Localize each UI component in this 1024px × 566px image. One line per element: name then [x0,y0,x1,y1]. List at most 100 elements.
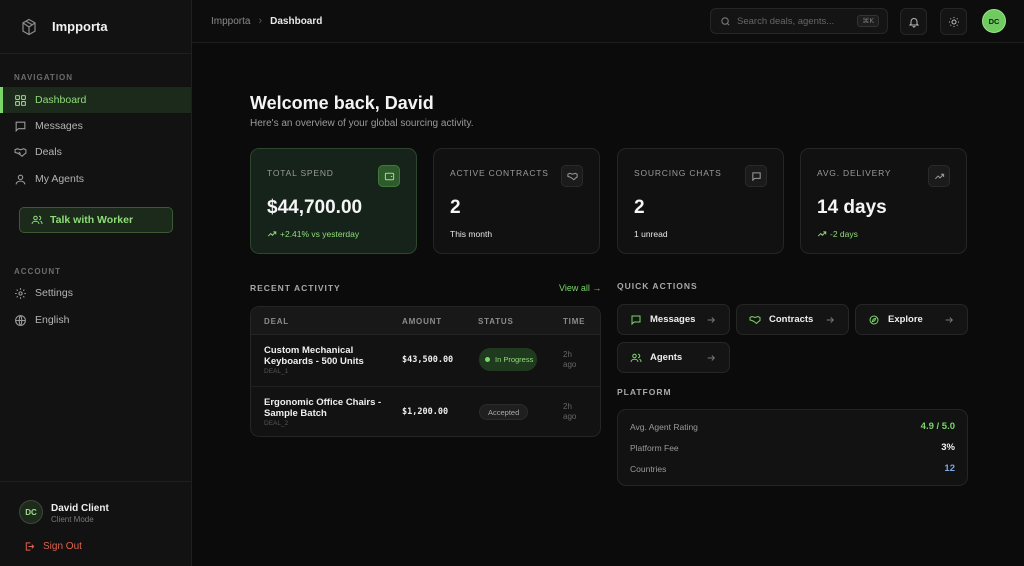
theme-toggle-button[interactable] [940,8,967,35]
quick-action-label: Contracts [769,314,814,325]
chevron-right-icon: › [258,15,263,27]
stat-sub: -2 days [830,229,858,239]
arrow-right-icon [706,353,716,363]
platform-key: Avg. Agent Rating [630,422,698,432]
quick-action-messages[interactable]: Messages [617,304,730,335]
search-shortcut-badge: ⌘K [857,15,879,27]
cube-logo-icon [20,18,38,36]
nav-section-label: NAVIGATION [14,73,74,82]
quick-action-agents[interactable]: Agents [617,342,730,373]
stat-label: SOURCING CHATS [634,168,722,178]
stat-sub: +2.41% vs yesterday [280,229,360,239]
quick-action-explore[interactable]: Explore [855,304,968,335]
sign-out-label: Sign Out [43,541,82,552]
quick-action-label: Explore [888,314,923,325]
avatar[interactable]: DC [982,9,1006,33]
user-icon [14,173,27,186]
breadcrumb-root[interactable]: Impporta [211,16,250,27]
quick-action-contracts[interactable]: Contracts [736,304,849,335]
platform-key: Platform Fee [630,443,679,453]
brand[interactable]: Impporta [0,0,191,54]
talk-with-worker-button[interactable]: Talk with Worker [19,207,173,233]
breadcrumb-current: Dashboard [270,15,323,27]
recent-activity-label: RECENT ACTIVITY [250,283,341,293]
view-all-link[interactable]: View all → [559,283,601,293]
sidebar-item-dashboard[interactable]: Dashboard [0,87,191,113]
breadcrumb: Impporta › Dashboard [211,15,322,27]
platform-row-fee: Platform Fee 3% [630,442,955,456]
quick-action-label: Messages [650,314,696,325]
deal-amount: $43,500.00 [402,355,454,365]
stat-label: ACTIVE CONTRACTS [450,168,549,178]
trending-up-icon [817,229,827,239]
handshake-icon [749,314,761,326]
grid-icon [14,94,27,107]
sidebar-item-settings[interactable]: Settings [0,280,191,306]
search-input[interactable] [737,15,852,27]
page-title: Welcome back, David [250,93,434,113]
sidebar-item-label: Deals [35,146,62,158]
platform-value: 12 [944,463,955,474]
notifications-button[interactable] [900,8,927,35]
column-header-time[interactable]: TIME [563,317,585,326]
handshake-icon [561,165,583,187]
search-box: ⌘K [710,8,888,34]
gear-icon [14,287,27,300]
handshake-icon [14,146,27,159]
column-header-amount[interactable]: AMOUNT [402,317,442,326]
deal-time: 2h ago [563,350,577,369]
sidebar-item-label: My Agents [35,173,85,185]
sidebar-item-label: Settings [35,287,73,299]
arrow-right-icon [944,315,954,325]
stat-label: TOTAL SPEND [267,168,334,178]
sign-out-button[interactable]: Sign Out [24,541,82,552]
trending-up-icon [267,229,277,239]
quick-action-label: Agents [650,352,683,363]
table-header: DEAL AMOUNT STATUS TIME [251,307,600,335]
avatar[interactable]: DC [19,500,43,524]
column-header-deal[interactable]: DEAL [264,317,289,326]
platform-row-rating: Avg. Agent Rating 4.9 / 5.0 [630,421,955,435]
platform-value: 3% [941,442,955,453]
stat-trend: -2 days [817,229,858,239]
sidebar-item-deals[interactable]: Deals [0,139,191,165]
sun-icon [948,16,960,28]
bell-icon [908,16,920,28]
sidebar-item-label: Dashboard [35,94,87,106]
arrow-right-icon [825,315,835,325]
stat-value: 2 [450,197,461,218]
deal-id: DEAL_2 [264,420,289,427]
sidebar-item-messages[interactable]: Messages [0,113,191,139]
quick-actions-label: QUICK ACTIONS [617,281,698,291]
users-icon [31,214,43,226]
stat-trend: +2.41% vs yesterday [267,229,359,239]
sidebar-item-label: English [35,314,70,326]
stat-card-total-spend: TOTAL SPEND $44,700.00 +2.41% vs yesterd… [250,148,417,254]
talk-with-worker-label: Talk with Worker [50,214,134,226]
status-badge: Accepted [479,404,529,420]
status-label: In Progress [495,355,534,364]
stat-value: $44,700.00 [267,197,363,218]
stat-card-avg-delivery: AVG. DELIVERY 14 days -2 days [800,148,967,254]
users-icon [630,352,642,364]
platform-value: 4.9 / 5.0 [920,421,955,432]
platform-label: PLATFORM [617,387,672,397]
column-header-status[interactable]: STATUS [478,317,514,326]
search-icon [720,16,731,27]
user-profile: DC David Client Client Mode Sign Out [0,481,191,566]
stat-sub: 1 unread [634,229,668,239]
sidebar-item-my-agents[interactable]: My Agents [0,166,191,192]
wallet-icon [378,165,400,187]
platform-key: Countries [630,464,667,474]
table-row[interactable]: Custom Mechanical Keyboards - 500 Units … [251,335,600,386]
stat-label: AVG. DELIVERY [817,168,892,178]
table-row[interactable]: Ergonomic Office Chairs - Sample Batch D… [251,386,600,436]
platform-card: Avg. Agent Rating 4.9 / 5.0 Platform Fee… [617,409,968,486]
message-icon [745,165,767,187]
sign-out-icon [24,541,35,552]
status-badge: In Progress [479,348,537,371]
sidebar-item-label: Messages [35,120,83,132]
sidebar-item-language[interactable]: English [0,307,191,333]
arrow-right-icon [706,315,716,325]
deal-id: DEAL_1 [264,368,289,375]
